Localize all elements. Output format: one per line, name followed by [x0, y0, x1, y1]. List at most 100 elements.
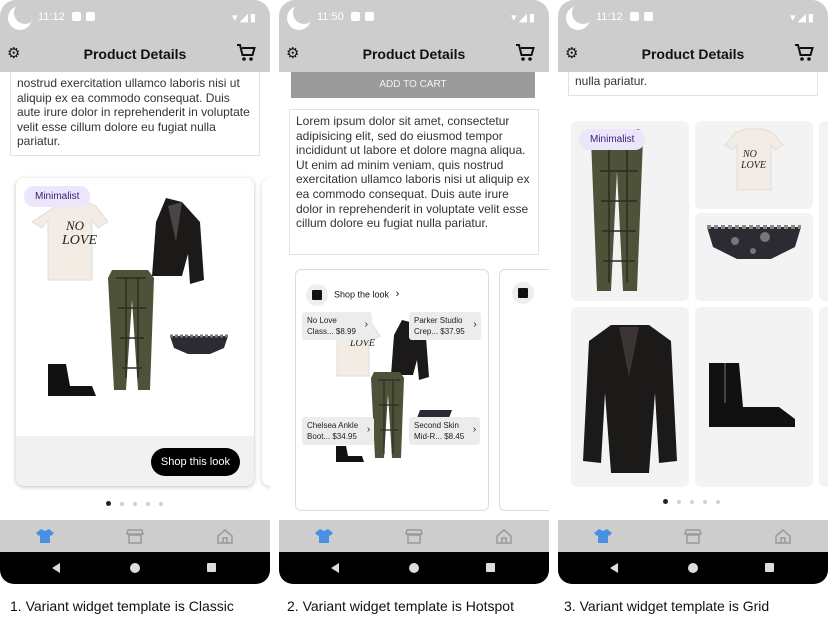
content-area: ADD TO CART Lorem ipsum dolor sit amet, … — [279, 72, 549, 520]
cart-icon[interactable] — [236, 44, 256, 62]
bag-icon — [306, 284, 328, 306]
back-icon[interactable] — [331, 563, 339, 573]
status-bar: 11:50 ▾◢▮ — [279, 0, 549, 36]
app-logo-icon — [287, 6, 311, 30]
carousel-dot[interactable] — [690, 499, 694, 504]
recents-icon[interactable] — [765, 563, 774, 572]
shop-this-look-button[interactable]: Shop this look — [150, 448, 240, 476]
svg-text:LOVE: LOVE — [61, 233, 97, 248]
system-nav-bar — [279, 552, 549, 584]
cart-icon[interactable] — [794, 44, 814, 62]
home-icon[interactable] — [216, 528, 234, 544]
hotspot-sub: Mid-R... — [414, 432, 442, 441]
hotspot-item[interactable]: Chelsea Ankle Boot... $34.95 › — [302, 417, 375, 445]
status-time: 11:12 — [38, 11, 65, 23]
grid-tile-boot[interactable] — [695, 307, 813, 487]
next-look-card[interactable] — [499, 269, 549, 511]
home-button-icon[interactable] — [130, 563, 140, 573]
hotspot-item[interactable]: Second Skin Mid-R... $8.45 › — [409, 417, 481, 445]
carousel-dot[interactable] — [146, 501, 150, 506]
look-card[interactable]: NO LOVE Minimalist Shop this look — [16, 178, 254, 486]
recents-icon[interactable] — [486, 563, 495, 572]
app-bar: ⚙ Product Details — [0, 36, 270, 72]
grid-tile-tshirt[interactable]: NO LOVE — [695, 121, 813, 209]
blazer-image — [583, 325, 677, 473]
status-time: 11:12 — [596, 11, 623, 23]
notification-icon — [351, 12, 360, 21]
back-icon[interactable] — [610, 563, 618, 573]
hotspot-name: Parker Studio — [414, 316, 463, 325]
shop-the-look-header[interactable]: Shop the look › — [306, 284, 399, 306]
system-nav-bar — [558, 552, 828, 584]
home-button-icon[interactable] — [688, 563, 698, 573]
phone-hotspot: 11:50 ▾◢▮ ⚙ Product Details ADD TO CART … — [279, 0, 549, 584]
carousel-dot[interactable] — [159, 501, 163, 506]
carousel-dot[interactable] — [716, 499, 720, 504]
hotspot-item[interactable]: Parker Studio Crep... $37.95 › — [409, 312, 481, 340]
home-button-icon[interactable] — [409, 563, 419, 573]
shirt-icon[interactable] — [36, 528, 54, 544]
grid-tile-peek[interactable] — [819, 307, 828, 487]
look-image: NO LOVE — [31, 198, 228, 396]
hotspot-name: Chelsea Ankle — [307, 421, 359, 430]
hotspot-price: $8.99 — [335, 327, 356, 336]
chevron-right-icon: › — [395, 288, 400, 301]
cart-icon[interactable] — [515, 44, 535, 62]
phone-classic: 11:12 ▾◢▮ ⚙ Product Details nostrud exer… — [0, 0, 270, 584]
boot-image — [709, 363, 795, 427]
hotspot-look-card[interactable]: Shop the look › LOVE No Love Class... $8… — [295, 269, 489, 511]
store-icon[interactable] — [126, 528, 144, 544]
shop-the-look-label: Shop the look — [334, 289, 390, 300]
chevron-right-icon: › — [472, 424, 477, 435]
sim-icon — [365, 12, 374, 21]
carousel-dot[interactable] — [663, 499, 668, 505]
shirt-icon[interactable] — [594, 528, 612, 544]
svg-text:LOVE: LOVE — [740, 160, 766, 171]
hotspot-sub: Boot... — [307, 432, 331, 441]
hotspot-price: $8.45 — [444, 432, 465, 441]
back-icon[interactable] — [52, 563, 60, 573]
signal-icons: ▾◢▮ — [510, 12, 537, 24]
svg-text:NO: NO — [742, 149, 757, 160]
store-icon[interactable] — [405, 528, 423, 544]
page-title: Product Details — [83, 46, 187, 62]
content-area: nostrud exercitation ullamco laboris nis… — [0, 72, 270, 520]
carousel-dot[interactable] — [106, 501, 111, 507]
chevron-right-icon: › — [366, 424, 371, 435]
add-to-cart-button[interactable]: ADD TO CART — [291, 72, 535, 98]
system-nav-bar — [0, 552, 270, 584]
grid-tile-peek[interactable] — [819, 121, 828, 301]
carousel-dot[interactable] — [677, 499, 681, 504]
shirt-icon[interactable] — [315, 528, 333, 544]
hotspot-sub: Class... — [307, 327, 334, 336]
grid-tile-trousers[interactable]: Minimalist — [571, 121, 689, 301]
carousel-dot[interactable] — [120, 501, 124, 506]
recents-icon[interactable] — [207, 563, 216, 572]
next-look-card[interactable] — [262, 178, 270, 486]
bottom-nav — [279, 520, 549, 552]
caption-grid: 3. Variant widget template is Grid — [564, 598, 770, 614]
grid-tile-underwear[interactable] — [695, 213, 813, 301]
bottom-nav — [0, 520, 270, 552]
content-area: nulla pariatur. Minimalist NO LOVE — [558, 72, 828, 520]
carousel-dots — [106, 495, 172, 507]
underwear-image — [707, 225, 801, 259]
style-chip: Minimalist — [579, 129, 646, 150]
home-icon[interactable] — [774, 528, 792, 544]
look-image: LOVE — [325, 319, 452, 462]
style-chip: Minimalist — [24, 186, 91, 207]
caption-classic: 1. Variant widget template is Classic — [10, 598, 234, 614]
page-title: Product Details — [362, 46, 466, 62]
hotspot-item[interactable]: No Love Class... $8.99 › — [302, 312, 372, 340]
home-icon[interactable] — [495, 528, 513, 544]
carousel-dot[interactable] — [133, 501, 137, 506]
page-title: Product Details — [641, 46, 745, 62]
app-logo-icon — [566, 6, 590, 30]
carousel-dot[interactable] — [703, 499, 707, 504]
hotspot-price: $37.95 — [440, 327, 465, 336]
carousel-dots — [663, 493, 729, 505]
status-bar: 11:12 ▾◢▮ — [558, 0, 828, 36]
grid-tile-blazer[interactable] — [571, 307, 689, 487]
hotspot-sub: Crep... — [414, 327, 439, 336]
store-icon[interactable] — [684, 528, 702, 544]
